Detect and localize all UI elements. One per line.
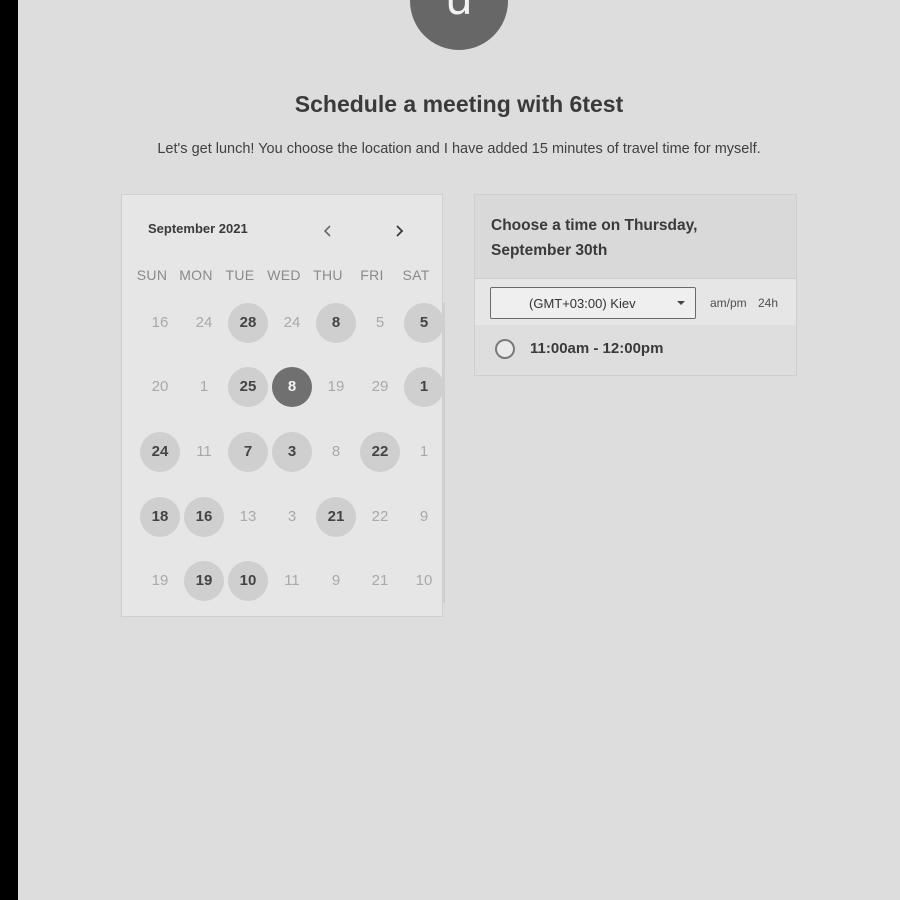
calendar-day: 29 <box>371 378 389 395</box>
next-month-button[interactable] <box>387 219 411 243</box>
time-card-heading: Choose a time on Thursday, September 30t… <box>491 217 698 259</box>
calendar-day: 3 <box>287 508 297 525</box>
time-slot-option[interactable]: 11:00am - 12:00pm <box>475 325 796 375</box>
weekday-label: SAT <box>402 267 430 283</box>
calendar-day: 24 <box>283 314 301 331</box>
calendar-day[interactable]: 5 <box>404 303 444 343</box>
avatar-initial: u <box>445 0 473 24</box>
weekday-label: WED <box>267 267 301 283</box>
calendar-day: 9 <box>419 508 429 525</box>
format-24h-toggle[interactable]: 24h <box>758 296 778 310</box>
weekday-label: SUN <box>136 267 168 283</box>
weekday-label: TUE <box>225 267 255 283</box>
calendar-day: 8 <box>331 443 341 460</box>
calendar-day: 21 <box>371 572 389 589</box>
time-slot-label: 11:00am - 12:00pm <box>530 340 664 357</box>
page-subtitle: Let's get lunch! You choose the location… <box>157 141 761 157</box>
calendar-card: September 2021 SUN MON TUE WED THU FRI SAT 16 2… <box>121 194 445 617</box>
calendar-day: 1 <box>199 378 209 395</box>
calendar-day: 1 <box>419 443 429 460</box>
calendar-scroll-edge <box>443 303 445 603</box>
calendar-day: 22 <box>371 508 389 525</box>
calendar-day-selected[interactable]: 8 <box>272 367 312 407</box>
calendar-day: 13 <box>239 508 257 525</box>
calendar-day[interactable]: 18 <box>140 497 180 537</box>
calendar-day[interactable]: 16 <box>184 497 224 537</box>
avatar: u <box>410 0 508 50</box>
time-card-header: Choose a time on Thursday, September 30t… <box>475 195 796 279</box>
caret-down-icon <box>677 301 685 305</box>
timezone-value: (GMT+03:00) Kiev <box>529 296 636 311</box>
calendar-day[interactable]: 1 <box>404 367 444 407</box>
chevron-left-icon <box>323 225 331 237</box>
calendar-day[interactable]: 10 <box>228 561 268 601</box>
calendar-day: 9 <box>331 572 341 589</box>
calendar-day[interactable]: 28 <box>228 303 268 343</box>
format-ampm-toggle[interactable]: am/pm <box>710 296 747 310</box>
calendar-day: 11 <box>284 572 300 589</box>
calendar-day: 19 <box>327 378 345 395</box>
calendar-day: 16 <box>151 314 169 331</box>
weekday-label: FRI <box>360 267 384 283</box>
calendar-day: 5 <box>375 314 385 331</box>
calendar-day[interactable]: 24 <box>140 432 180 472</box>
chevron-right-icon <box>396 225 404 237</box>
weekday-label: THU <box>313 267 343 283</box>
calendar-day[interactable]: 7 <box>228 432 268 472</box>
timezone-select[interactable]: (GMT+03:00) Kiev <box>490 287 696 319</box>
calendar-month-label: September 2021 <box>148 221 248 236</box>
calendar-day[interactable]: 8 <box>316 303 356 343</box>
radio-button[interactable] <box>495 339 515 359</box>
time-selection-card: Choose a time on Thursday, September 30t… <box>474 194 797 376</box>
calendar-day[interactable]: 25 <box>228 367 268 407</box>
previous-month-button[interactable] <box>316 219 340 243</box>
calendar-day[interactable]: 22 <box>360 432 400 472</box>
page-title: Schedule a meeting with 6test <box>294 91 624 117</box>
calendar-day: 20 <box>151 378 169 395</box>
calendar-day: 10 <box>415 572 433 589</box>
calendar-day[interactable]: 3 <box>272 432 312 472</box>
weekday-label: MON <box>179 267 213 283</box>
weekday-header: SUN MON TUE WED THU FRI SAT <box>130 267 438 285</box>
calendar-day: 24 <box>195 314 213 331</box>
calendar-day[interactable]: 21 <box>316 497 356 537</box>
calendar-day: 19 <box>151 572 169 589</box>
calendar-day[interactable]: 19 <box>184 561 224 601</box>
page: u Schedule a meeting with 6test Let's ge… <box>18 0 900 900</box>
calendar-day: 11 <box>196 443 212 460</box>
